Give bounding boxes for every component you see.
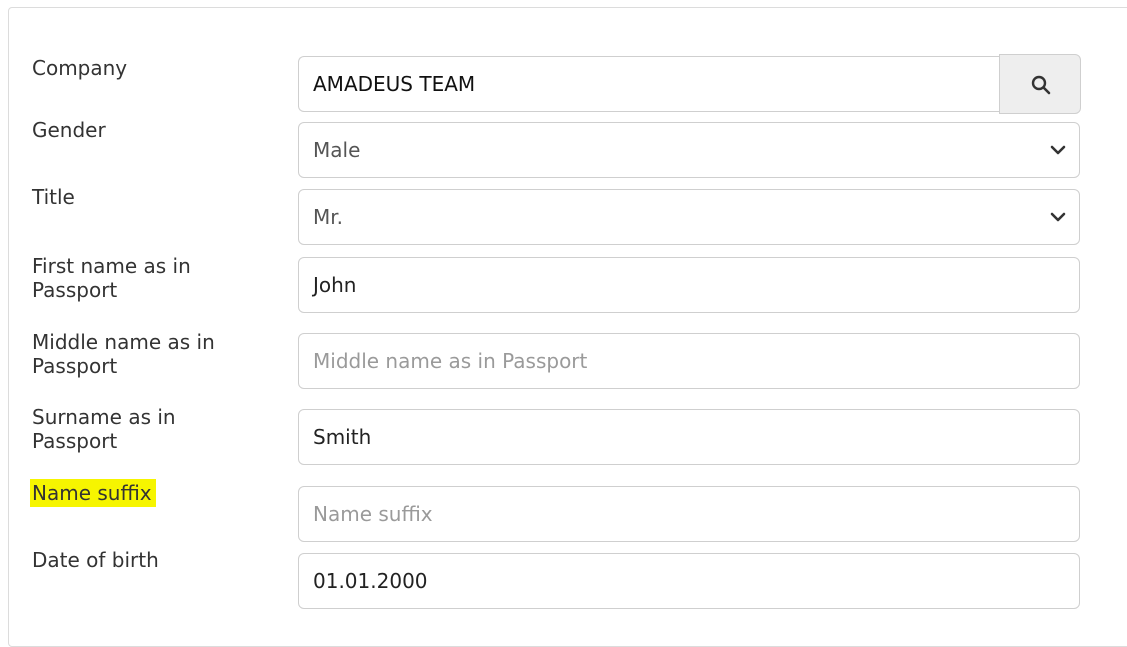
chevron-down-icon (1050, 145, 1066, 155)
middle-name-placeholder: Middle name as in Passport (313, 349, 588, 373)
surname-label-line1: Surname as in (32, 405, 176, 429)
name-suffix-label: Name suffix (30, 479, 156, 507)
first-name-input[interactable]: John (298, 257, 1080, 313)
gender-selected: Male (313, 138, 361, 162)
title-selected: Mr. (313, 205, 343, 229)
middle-name-label: Middle name as in Passport (32, 330, 215, 378)
first-name-label-line2: Passport (32, 278, 118, 302)
chevron-down-icon (1050, 212, 1066, 222)
gender-select[interactable]: Male (298, 122, 1080, 178)
surname-input[interactable]: Smith (298, 409, 1080, 465)
company-search-button[interactable] (999, 54, 1081, 114)
name-suffix-label-text: Name suffix (30, 479, 156, 507)
dob-label: Date of birth (32, 548, 159, 572)
surname-label: Surname as in Passport (32, 405, 176, 453)
title-select[interactable]: Mr. (298, 189, 1080, 245)
name-suffix-input[interactable]: Name suffix (298, 486, 1080, 542)
dob-value: 01.01.2000 (313, 569, 428, 593)
company-label: Company (32, 56, 128, 80)
surname-value: Smith (313, 425, 372, 449)
gender-label: Gender (32, 118, 106, 142)
first-name-label-line1: First name as in (32, 254, 191, 278)
first-name-value: John (313, 273, 357, 297)
surname-label-line2: Passport (32, 429, 118, 453)
company-value: AMADEUS TEAM (313, 72, 476, 96)
search-icon (1031, 75, 1051, 95)
title-label: Title (32, 185, 75, 209)
middle-name-label-line2: Passport (32, 354, 118, 378)
name-suffix-placeholder: Name suffix (313, 502, 433, 526)
dob-input[interactable]: 01.01.2000 (298, 553, 1080, 609)
middle-name-input[interactable]: Middle name as in Passport (298, 333, 1080, 389)
middle-name-label-line1: Middle name as in (32, 330, 215, 354)
company-input[interactable]: AMADEUS TEAM (298, 56, 999, 112)
first-name-label: First name as in Passport (32, 254, 191, 302)
